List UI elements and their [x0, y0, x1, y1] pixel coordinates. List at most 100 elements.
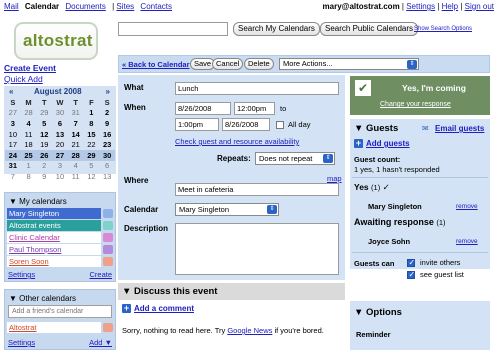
day-cell[interactable]: 9: [99, 118, 115, 129]
day-cell[interactable]: 18: [21, 139, 37, 150]
calendar-color-menu[interactable]: [103, 233, 113, 242]
day-cell[interactable]: 1: [84, 108, 100, 119]
day-cell[interactable]: 17: [5, 139, 21, 150]
calendar-item-soren-soon[interactable]: Soren Soon: [7, 256, 101, 267]
calendar-color-menu[interactable]: [103, 245, 113, 254]
day-cell[interactable]: 31: [68, 108, 84, 119]
prev-month-button[interactable]: «: [9, 87, 13, 96]
search-public-calendars-button[interactable]: Search Public Calendars: [320, 22, 419, 36]
day-cell[interactable]: 5: [36, 118, 52, 129]
search-my-calendars-button[interactable]: Search My Calendars: [233, 22, 320, 36]
day-cell[interactable]: 31: [5, 161, 21, 172]
day-cell[interactable]: 26: [36, 149, 53, 161]
nav-mail-link[interactable]: Mail: [4, 2, 19, 11]
day-cell[interactable]: 3: [52, 161, 68, 172]
calendar-select[interactable]: Mary Singleton ⇕: [175, 203, 279, 216]
day-cell[interactable]: 15: [84, 129, 100, 140]
day-cell[interactable]: 27: [5, 108, 21, 119]
back-to-calendar-link[interactable]: « Back to Calendar: [122, 60, 190, 69]
my-calendars-settings-link[interactable]: Settings: [8, 270, 35, 279]
other-calendars-settings-link[interactable]: Settings: [8, 338, 35, 347]
day-cell[interactable]: 7: [5, 171, 21, 182]
day-cell[interactable]: 8: [21, 171, 37, 182]
end-time-input[interactable]: 1:00pm: [175, 118, 219, 131]
day-cell[interactable]: 24: [5, 149, 21, 161]
invite-others-checkbox[interactable]: [407, 258, 415, 267]
add-friend-calendar-input[interactable]: Add a friend's calendar: [8, 305, 112, 318]
day-cell[interactable]: 7: [68, 118, 84, 129]
day-cell[interactable]: 19: [36, 139, 52, 150]
day-cell[interactable]: 27: [52, 149, 68, 161]
end-date-input[interactable]: 8/26/2008: [222, 118, 270, 131]
day-cell[interactable]: 20: [52, 139, 68, 150]
where-input[interactable]: Meet in cafeteria: [175, 183, 339, 196]
day-cell[interactable]: 4: [68, 161, 84, 172]
create-event-link[interactable]: Create Event: [4, 63, 56, 73]
day-cell[interactable]: 13: [99, 171, 115, 182]
day-cell[interactable]: 10: [52, 171, 68, 182]
day-cell[interactable]: 21: [68, 139, 84, 150]
remove-guest-link[interactable]: remove: [456, 203, 478, 210]
day-cell[interactable]: 13: [52, 129, 68, 140]
day-cell[interactable]: 9: [36, 171, 52, 182]
day-cell[interactable]: 23: [99, 139, 115, 150]
day-cell[interactable]: 14: [68, 129, 84, 140]
delete-button[interactable]: Delete: [244, 58, 274, 70]
description-textarea[interactable]: [175, 223, 339, 275]
calendar-item-altostrat[interactable]: Altostrat: [7, 322, 101, 333]
repeats-select[interactable]: Does not repeat ⇕: [255, 152, 335, 165]
other-calendars-toggle[interactable]: ▼ Other calendars: [9, 294, 76, 303]
day-cell[interactable]: 11: [21, 129, 37, 140]
google-news-link[interactable]: Google News: [227, 326, 272, 335]
calendar-item-clinic-calendar[interactable]: Clinic Calendar: [7, 232, 101, 243]
day-cell[interactable]: 12: [36, 129, 52, 140]
nav-calendar-link[interactable]: Calendar: [25, 2, 59, 11]
day-cell[interactable]: 28: [21, 108, 37, 119]
calendar-color-menu[interactable]: [103, 221, 113, 230]
nav-documents-link[interactable]: Documents: [65, 2, 105, 11]
day-cell[interactable]: 16: [99, 129, 115, 140]
see-guest-list-checkbox[interactable]: [407, 270, 415, 279]
day-cell[interactable]: 22: [84, 139, 100, 150]
map-link[interactable]: map: [327, 174, 342, 183]
day-cell[interactable]: 11: [68, 171, 84, 182]
next-month-button[interactable]: »: [106, 87, 110, 96]
cancel-button[interactable]: Cancel: [212, 58, 244, 70]
all-day-checkbox[interactable]: [276, 121, 284, 129]
day-cell[interactable]: 4: [21, 118, 37, 129]
calendar-color-menu[interactable]: [103, 323, 113, 332]
show-search-options-link[interactable]: Show Search Options: [414, 26, 472, 32]
calendar-color-menu[interactable]: [103, 209, 113, 218]
day-cell[interactable]: 29: [83, 149, 100, 161]
day-cell[interactable]: 25: [20, 149, 37, 161]
add-calendar-link[interactable]: Add ▼: [89, 338, 112, 347]
what-input[interactable]: Lunch: [175, 82, 339, 95]
calendar-color-menu[interactable]: [103, 257, 113, 266]
email-guests-link[interactable]: Email guests: [435, 124, 484, 133]
help-link[interactable]: Help: [442, 2, 458, 11]
guests-toggle[interactable]: ▼ Guests: [354, 123, 398, 134]
day-cell[interactable]: 3: [5, 118, 21, 129]
check-availability-link[interactable]: Check guest and resource availability: [175, 137, 299, 146]
day-cell[interactable]: 30: [99, 149, 115, 161]
day-cell[interactable]: 5: [84, 161, 100, 172]
change-response-link[interactable]: Change your response: [380, 101, 451, 108]
remove-guest-link[interactable]: remove: [456, 238, 478, 245]
discuss-toggle[interactable]: ▼ Discuss this event: [118, 283, 345, 300]
calendar-item-altostrat-events[interactable]: Altostrat events: [7, 220, 101, 231]
calendar-item-paul-thompson[interactable]: Paul Thompson: [7, 244, 101, 255]
day-cell[interactable]: 12: [84, 171, 100, 182]
create-calendar-link[interactable]: Create: [89, 270, 112, 279]
signout-link[interactable]: Sign out: [465, 2, 494, 11]
day-cell[interactable]: 30: [52, 108, 68, 119]
settings-link[interactable]: Settings: [406, 2, 435, 11]
day-cell[interactable]: 1: [21, 161, 37, 172]
nav-contacts-link[interactable]: Contacts: [140, 2, 172, 11]
calendar-item-mary-singleton[interactable]: Mary Singleton: [7, 208, 101, 219]
day-cell[interactable]: 2: [99, 108, 115, 119]
quick-add-link[interactable]: Quick Add: [4, 74, 43, 84]
start-date-input[interactable]: 8/26/2008: [175, 102, 231, 115]
start-time-input[interactable]: 12:00pm: [234, 102, 275, 115]
options-toggle[interactable]: ▼ Options: [354, 307, 402, 318]
add-comment-link[interactable]: + Add a comment: [122, 304, 194, 313]
